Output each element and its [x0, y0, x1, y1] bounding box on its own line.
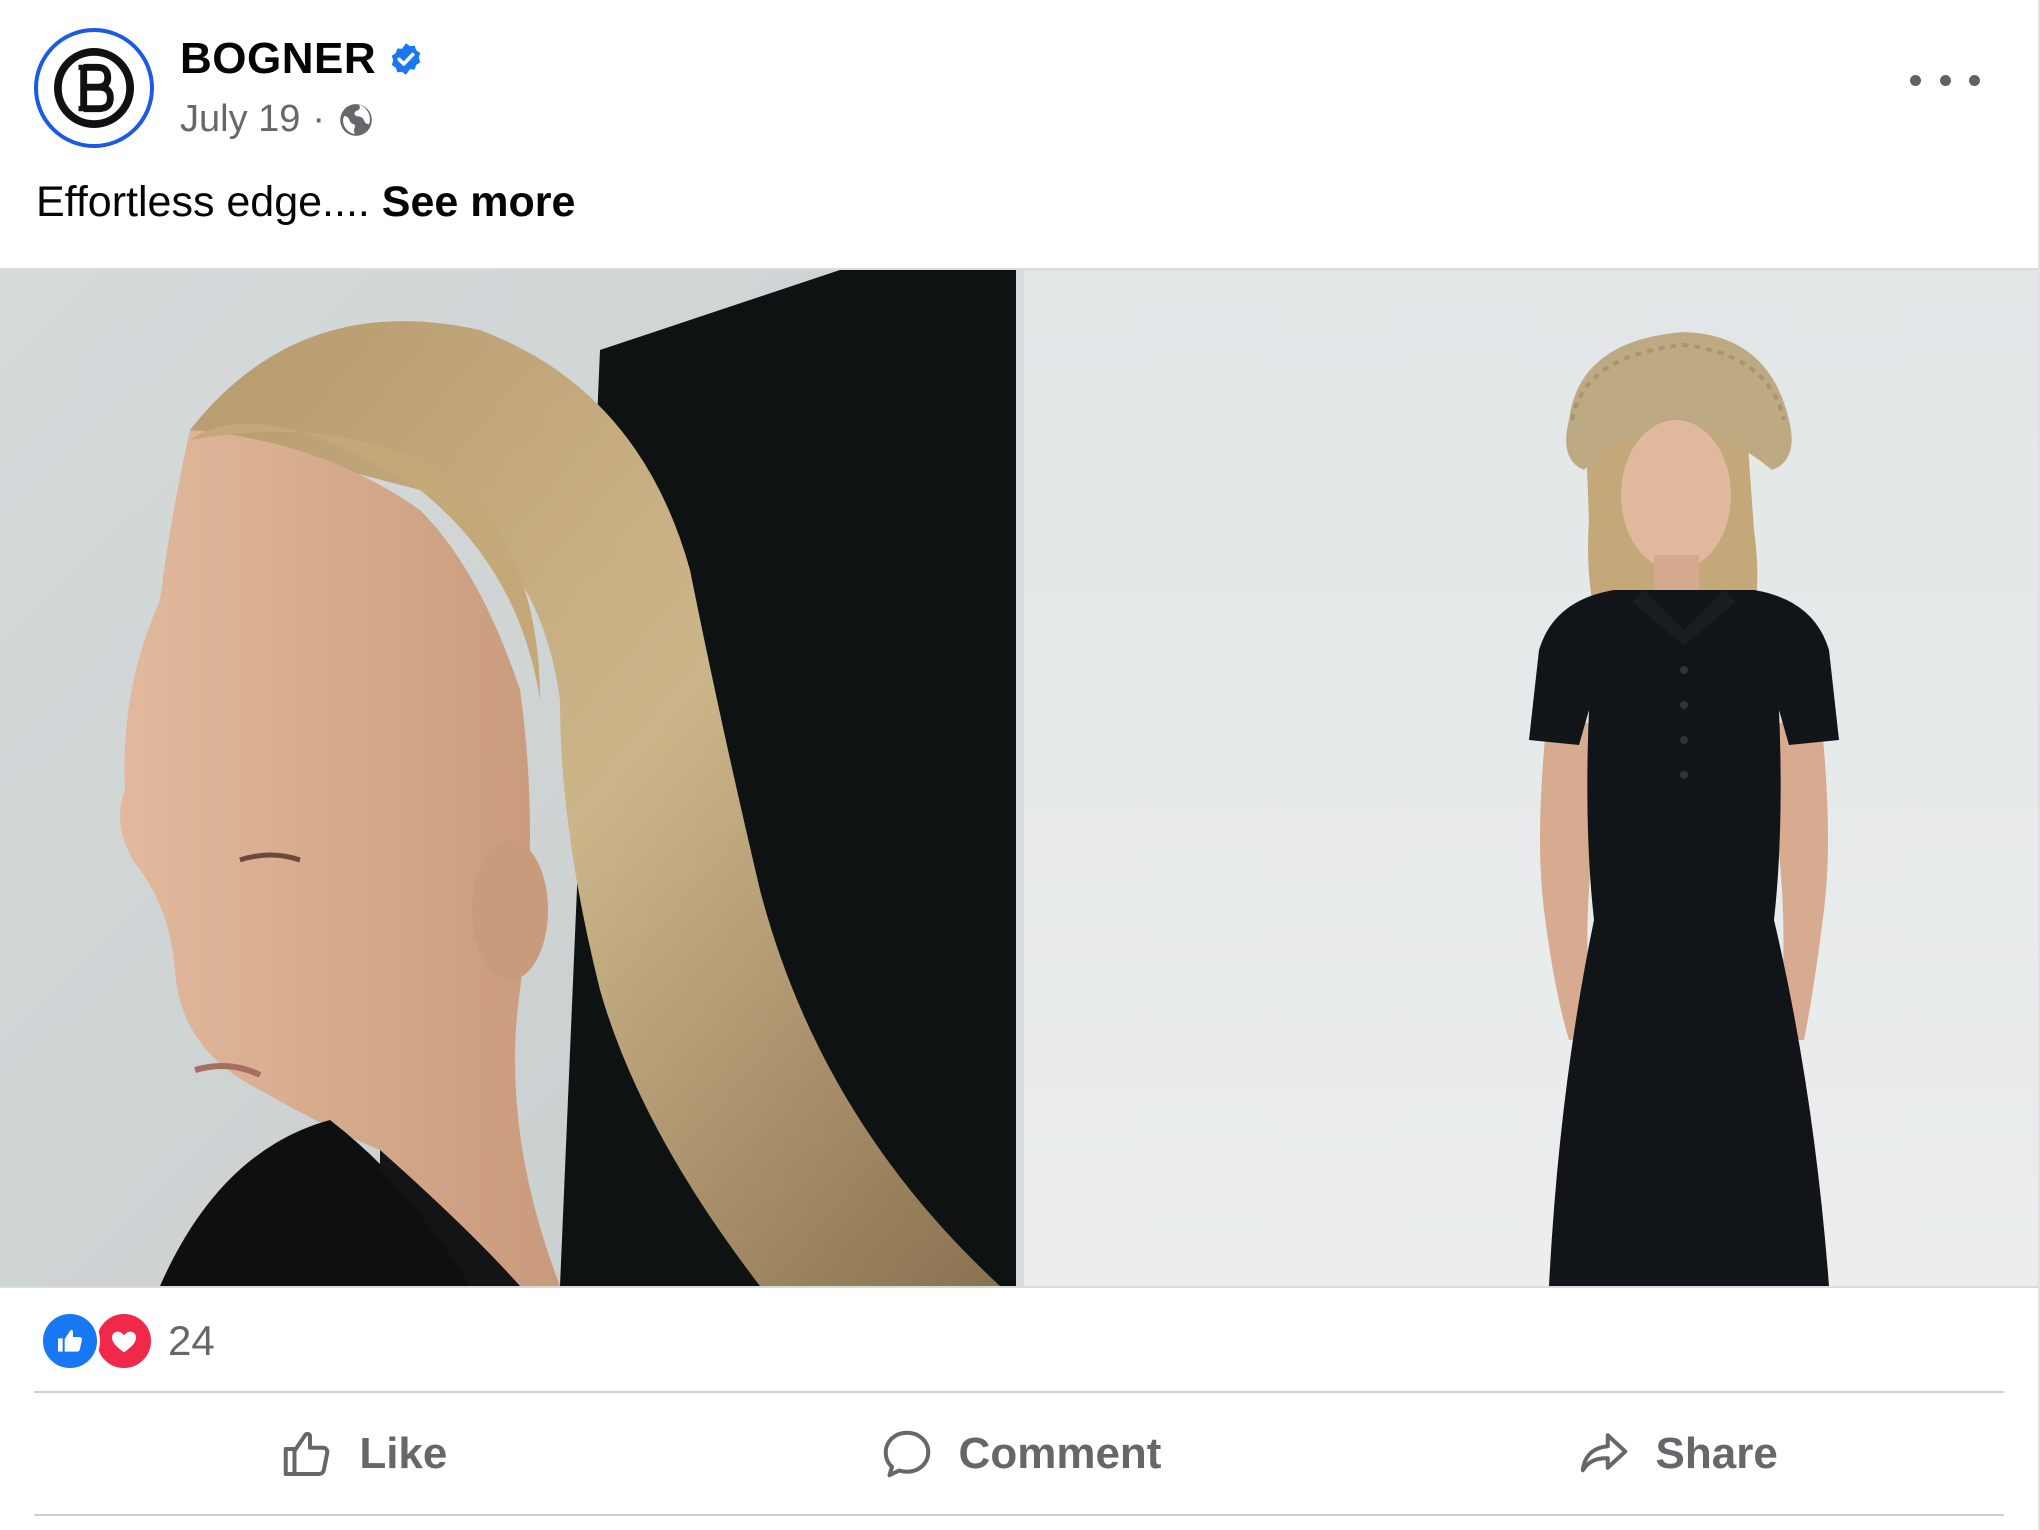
page-avatar[interactable] — [34, 28, 154, 148]
see-more-link[interactable]: See more — [382, 178, 576, 226]
more-options-dot — [1969, 74, 1980, 86]
page-name-header: BOGNER — [180, 34, 424, 84]
more-options-button[interactable] — [1910, 60, 1980, 100]
like-icon — [284, 1431, 330, 1476]
comment-label: Comment — [958, 1428, 1162, 1478]
verified-badge-icon — [391, 43, 421, 75]
portrait-image — [0, 270, 1016, 1286]
globe-icon[interactable] — [337, 101, 375, 139]
post-caption: Effortless edge.... See more — [36, 178, 575, 227]
bogner-logo-icon — [54, 48, 134, 128]
more-options-icon — [1910, 74, 1921, 86]
caption-text: Effortless edge.... — [36, 178, 382, 226]
action-bar: Like Comment Share — [34, 1393, 2004, 1514]
share-icon — [1580, 1432, 1627, 1472]
share-button[interactable]: Share — [1347, 1393, 2004, 1514]
photo-grid — [0, 268, 2038, 1288]
meta-separator: · — [312, 98, 326, 140]
more-options-dot — [1939, 74, 1951, 86]
facebook-post: BOGNER July 19 · Effortless edge.... See… — [0, 0, 2040, 1530]
love-reaction-icon — [94, 1311, 154, 1371]
reaction-count[interactable]: 24 — [168, 1317, 215, 1365]
page-name[interactable]: BOGNER — [180, 34, 376, 84]
post-date[interactable]: July 19 — [180, 98, 300, 141]
comment-icon — [883, 1430, 930, 1477]
like-reaction-icon — [40, 1311, 100, 1371]
like-label: Like — [359, 1428, 448, 1478]
divider — [34, 1514, 2004, 1516]
full-length-image — [1024, 270, 2038, 1286]
photo-portrait[interactable] — [0, 270, 1016, 1286]
share-label: Share — [1655, 1428, 1778, 1478]
comment-button[interactable]: Comment — [691, 1393, 1348, 1514]
photo-full-length[interactable] — [1024, 270, 2038, 1286]
like-button[interactable]: Like — [34, 1393, 691, 1514]
post-meta: July 19 · — [180, 98, 375, 141]
reactions-summary[interactable]: 24 — [40, 1311, 215, 1371]
